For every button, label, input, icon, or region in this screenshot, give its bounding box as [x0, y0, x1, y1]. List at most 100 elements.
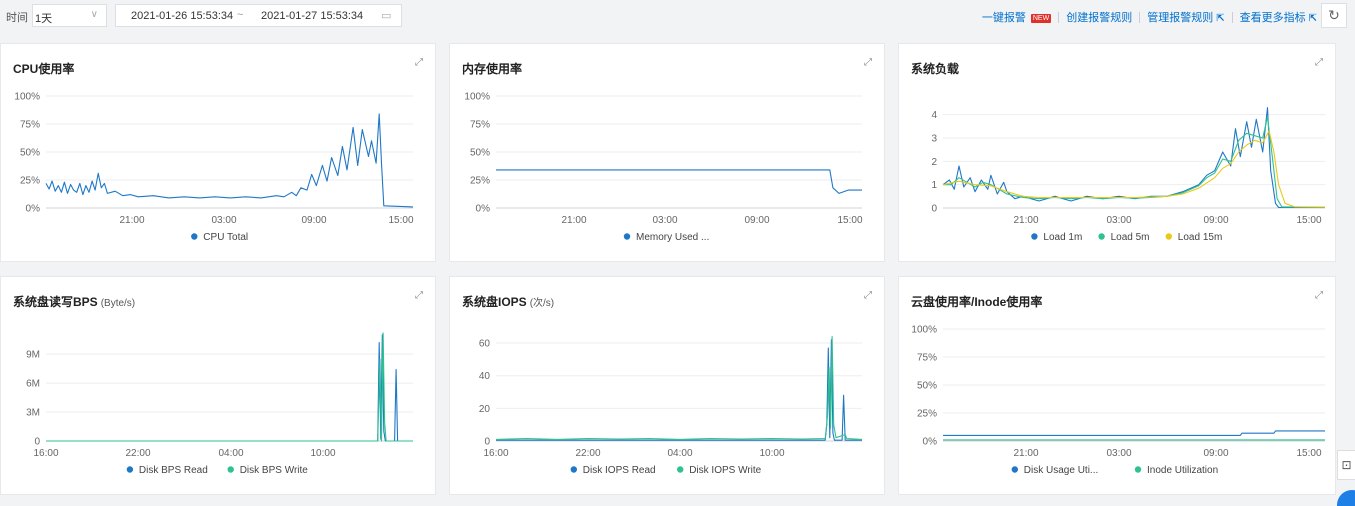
- y-tick-label: 25%: [470, 176, 490, 187]
- legend-label: Disk IOPS Write: [689, 465, 761, 476]
- x-tick-label: 03:00: [652, 215, 677, 226]
- x-tick-label: 21:00: [1013, 448, 1038, 459]
- y-tick-label: 60: [479, 339, 491, 350]
- x-tick-label: 03:00: [1106, 215, 1131, 226]
- refresh-icon: ↻: [1328, 7, 1340, 23]
- y-tick-label: 75%: [917, 353, 937, 364]
- x-tick-label: 04:00: [218, 448, 243, 459]
- legend-label: Load 15m: [1178, 232, 1222, 243]
- expand-icon[interactable]: ⤢: [864, 57, 872, 68]
- legend-marker: [1031, 233, 1038, 240]
- legend-label: CPU Total: [203, 232, 248, 243]
- legend-marker: [623, 233, 631, 240]
- y-tick-label: 1: [931, 180, 937, 191]
- legend-label: Load 5m: [1111, 232, 1150, 243]
- y-tick-label: 25%: [917, 409, 937, 420]
- x-tick-label: 09:00: [1203, 215, 1228, 226]
- series-line: [942, 130, 1326, 208]
- x-tick-label: 03:00: [211, 215, 236, 226]
- date-range-picker[interactable]: 2021-01-26 15:53:34 ~ 2021-01-27 15:53:3…: [115, 4, 402, 27]
- y-tick-label: 50%: [917, 381, 937, 392]
- y-tick-label: 40: [479, 371, 491, 382]
- expand-icon[interactable]: ⤢: [864, 290, 872, 301]
- y-tick-label: 2: [931, 157, 937, 168]
- help-bubble[interactable]: [1337, 490, 1355, 506]
- series-line: [46, 334, 413, 442]
- date-separator: ~: [237, 9, 244, 21]
- toolbar-actions: 一键报警 NEW 创建报警规则 管理报警规则 ⇱ 查看更多指标 ⇱: [982, 9, 1317, 25]
- panel-title: 系统盘IOPS (次/s): [462, 293, 554, 310]
- series-line: [943, 116, 1326, 208]
- panel-title: 云盘使用率/Inode使用率: [911, 295, 1043, 309]
- panel-unit: (Byte/s): [100, 298, 136, 309]
- external-link-icon: ⇱: [1216, 13, 1225, 24]
- y-tick-label: 6M: [26, 379, 40, 390]
- panel-cpu-usage: 100% 75% 50% 25% 0% 21:00 03:00 09:00 15:00 CPU T…: [0, 43, 436, 262]
- x-tick-label: 16:00: [33, 448, 58, 459]
- more-metrics-link[interactable]: 查看更多指标 ⇱: [1240, 9, 1317, 25]
- divider: [1139, 11, 1141, 23]
- x-tick-label: 04:00: [667, 448, 692, 459]
- toolbar: 时间 1天 ∨ 2021-01-26 15:53:34 ~ 2021-01-27…: [0, 0, 1355, 32]
- legend-marker: [1098, 233, 1105, 240]
- series-line: [495, 335, 863, 440]
- panel-title: 内存使用率: [462, 62, 523, 76]
- y-tick-label: 100%: [14, 92, 40, 103]
- x-tick-label: 15:00: [837, 215, 862, 226]
- y-tick-label: 20: [479, 404, 491, 415]
- one-click-alarm-link[interactable]: 一键报警 NEW: [982, 9, 1052, 25]
- new-badge: NEW: [1030, 14, 1052, 23]
- y-tick-label: 0: [931, 204, 937, 215]
- legend-label: Load 1m: [1043, 232, 1082, 243]
- x-tick-label: 03:00: [1106, 448, 1131, 459]
- y-tick-label: 9M: [26, 350, 40, 361]
- legend-label: Inode Utilization: [1147, 465, 1218, 476]
- legend-label: Disk Usage Uti...: [1024, 465, 1098, 476]
- time-range-select[interactable]: 1天 ∨: [32, 4, 107, 27]
- panel-system-load: 4 3 2 1 0 21:00 03:00 09:00 15:00 Load 1m Load 5m L…: [898, 43, 1336, 262]
- legend-marker: [677, 466, 684, 473]
- y-tick-label: 0: [34, 437, 40, 448]
- x-tick-label: 21:00: [119, 215, 144, 226]
- legend-label: Disk BPS Write: [240, 465, 309, 476]
- manage-alarm-rule-link[interactable]: 管理报警规则 ⇱: [1147, 9, 1224, 25]
- x-tick-label: 15:00: [388, 215, 413, 226]
- refresh-button[interactable]: ↻: [1321, 3, 1347, 28]
- time-range-value: 1天: [35, 13, 53, 25]
- manage-alarm-rule-label: 管理报警规则: [1147, 12, 1214, 24]
- panel-cloud-disk-usage: 100% 75% 50% 25% 0% 21:00 03:00 09:00 15:00 Disk …: [898, 276, 1336, 495]
- calendar-icon: ▭: [381, 10, 392, 22]
- panel-title-text: 系统盘读写BPS: [13, 295, 98, 309]
- legend-marker: [570, 466, 577, 473]
- panel-disk-bps: 9M 6M 3M 0 16:00 22:00 04:00 10:00 Disk BPS Read…: [0, 276, 436, 495]
- side-feedback-tab[interactable]: ⊡: [1337, 450, 1355, 480]
- y-tick-label: 50%: [20, 148, 40, 159]
- legend-label: Disk IOPS Read: [583, 465, 656, 476]
- expand-icon[interactable]: ⤢: [1315, 290, 1323, 301]
- y-tick-label: 3M: [26, 408, 40, 419]
- y-tick-label: 0%: [476, 204, 491, 215]
- legend-marker: [1134, 466, 1142, 473]
- panel-unit: (次/s): [529, 298, 555, 309]
- legend-marker: [191, 233, 198, 240]
- x-tick-label: 22:00: [575, 448, 600, 459]
- expand-icon[interactable]: ⤢: [1315, 57, 1323, 68]
- series-line: [45, 113, 414, 208]
- expand-icon[interactable]: ⤢: [415, 290, 423, 301]
- x-tick-label: 21:00: [1013, 215, 1038, 226]
- divider: [1231, 11, 1233, 23]
- x-tick-label: 09:00: [744, 215, 769, 226]
- series-line: [943, 430, 1325, 436]
- create-alarm-rule-link[interactable]: 创建报警规则: [1066, 9, 1132, 25]
- date-end: 2021-01-27 15:53:34: [261, 10, 364, 22]
- legend-marker: [126, 466, 134, 473]
- divider: [1058, 11, 1060, 23]
- y-tick-label: 0%: [26, 204, 41, 215]
- y-tick-label: 75%: [470, 120, 490, 131]
- y-tick-label: 4: [931, 110, 937, 121]
- x-tick-label: 21:00: [561, 215, 586, 226]
- expand-icon[interactable]: ⤢: [415, 57, 423, 68]
- x-tick-label: 16:00: [483, 448, 508, 459]
- time-range-label: 时间: [6, 12, 28, 24]
- y-tick-label: 0: [484, 437, 490, 448]
